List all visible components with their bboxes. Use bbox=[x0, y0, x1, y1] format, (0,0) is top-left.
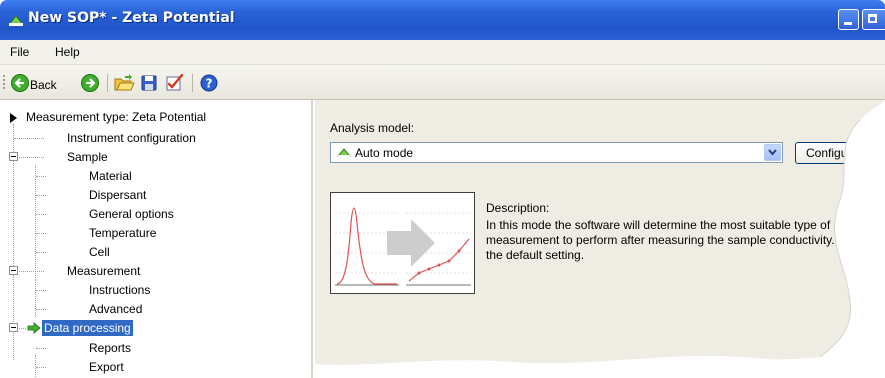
edit-check-icon[interactable] bbox=[164, 73, 186, 93]
tree-item-material[interactable]: Material bbox=[89, 169, 132, 183]
back-arrow-icon[interactable] bbox=[10, 73, 30, 93]
window-title: New SOP* - Zeta Potential bbox=[28, 10, 235, 26]
toolbar: Back ? bbox=[0, 65, 885, 100]
tree-item-export[interactable]: Export bbox=[89, 360, 124, 374]
green-arrow-icon bbox=[27, 322, 41, 334]
tree-root-label[interactable]: Measurement type: Zeta Potential bbox=[26, 110, 206, 124]
title-bar[interactable]: New SOP* - Zeta Potential bbox=[0, 0, 885, 40]
tree-item-data-processing[interactable]: Data processing bbox=[42, 320, 133, 336]
save-disk-icon[interactable] bbox=[139, 73, 159, 93]
torn-edge-bottom bbox=[313, 351, 885, 378]
tree-item-dispersant[interactable]: Dispersant bbox=[89, 188, 146, 202]
auto-mode-icon bbox=[337, 148, 351, 157]
auto-mode-preview bbox=[330, 192, 475, 294]
torn-edge-right bbox=[795, 100, 885, 378]
collapse-sample-icon[interactable] bbox=[9, 152, 18, 161]
chevron-down-icon bbox=[768, 149, 777, 156]
analysis-model-label: Analysis model: bbox=[330, 121, 415, 135]
tree-item-sample[interactable]: Sample bbox=[67, 150, 108, 164]
maximize-icon bbox=[868, 14, 877, 23]
toolbar-separator bbox=[192, 74, 193, 92]
analysis-model-select[interactable]: Auto mode bbox=[330, 142, 783, 163]
dropdown-button[interactable] bbox=[764, 144, 781, 161]
app-window: New SOP* - Zeta Potential File Help Back bbox=[0, 0, 885, 378]
analysis-model-value: Auto mode bbox=[355, 146, 414, 160]
tree-item-general-options[interactable]: General options bbox=[89, 207, 174, 221]
collapse-data-processing-icon[interactable] bbox=[9, 323, 18, 332]
tree-item-temperature[interactable]: Temperature bbox=[89, 226, 156, 240]
svg-text:?: ? bbox=[206, 77, 213, 91]
menu-file[interactable]: File bbox=[10, 45, 29, 59]
tree-item-advanced[interactable]: Advanced bbox=[89, 302, 142, 316]
open-folder-icon[interactable] bbox=[113, 73, 135, 93]
tree-item-measurement[interactable]: Measurement bbox=[67, 264, 140, 278]
tree-root-arrow-icon[interactable] bbox=[10, 113, 18, 123]
menu-bar: File Help bbox=[0, 40, 885, 65]
tree-item-instrument-configuration[interactable]: Instrument configuration bbox=[67, 131, 196, 145]
minimize-button[interactable] bbox=[838, 9, 859, 30]
description-line-3: the default setting. bbox=[486, 248, 585, 262]
menu-help[interactable]: Help bbox=[55, 45, 80, 59]
sop-tree: Measurement type: Zeta Potential Instrum… bbox=[0, 100, 313, 378]
tree-item-cell[interactable]: Cell bbox=[89, 245, 110, 259]
forward-arrow-icon[interactable] bbox=[80, 73, 100, 93]
help-icon[interactable]: ? bbox=[199, 73, 219, 93]
back-label[interactable]: Back bbox=[30, 78, 57, 92]
description-heading: Description: bbox=[486, 201, 550, 215]
app-icon bbox=[8, 15, 24, 26]
minimize-icon bbox=[844, 22, 852, 25]
description-line-1: In this mode the software will determine… bbox=[486, 218, 831, 232]
collapse-measurement-icon[interactable] bbox=[9, 266, 18, 275]
maximize-button[interactable] bbox=[862, 9, 885, 30]
tree-item-instructions[interactable]: Instructions bbox=[89, 283, 150, 297]
tree-item-reports[interactable]: Reports bbox=[89, 341, 131, 355]
preview-graph-icon bbox=[331, 193, 474, 293]
toolbar-separator bbox=[107, 74, 108, 92]
description-line-2: measurement to perform after measuring t… bbox=[486, 233, 846, 247]
toolbar-grip[interactable] bbox=[3, 75, 5, 91]
